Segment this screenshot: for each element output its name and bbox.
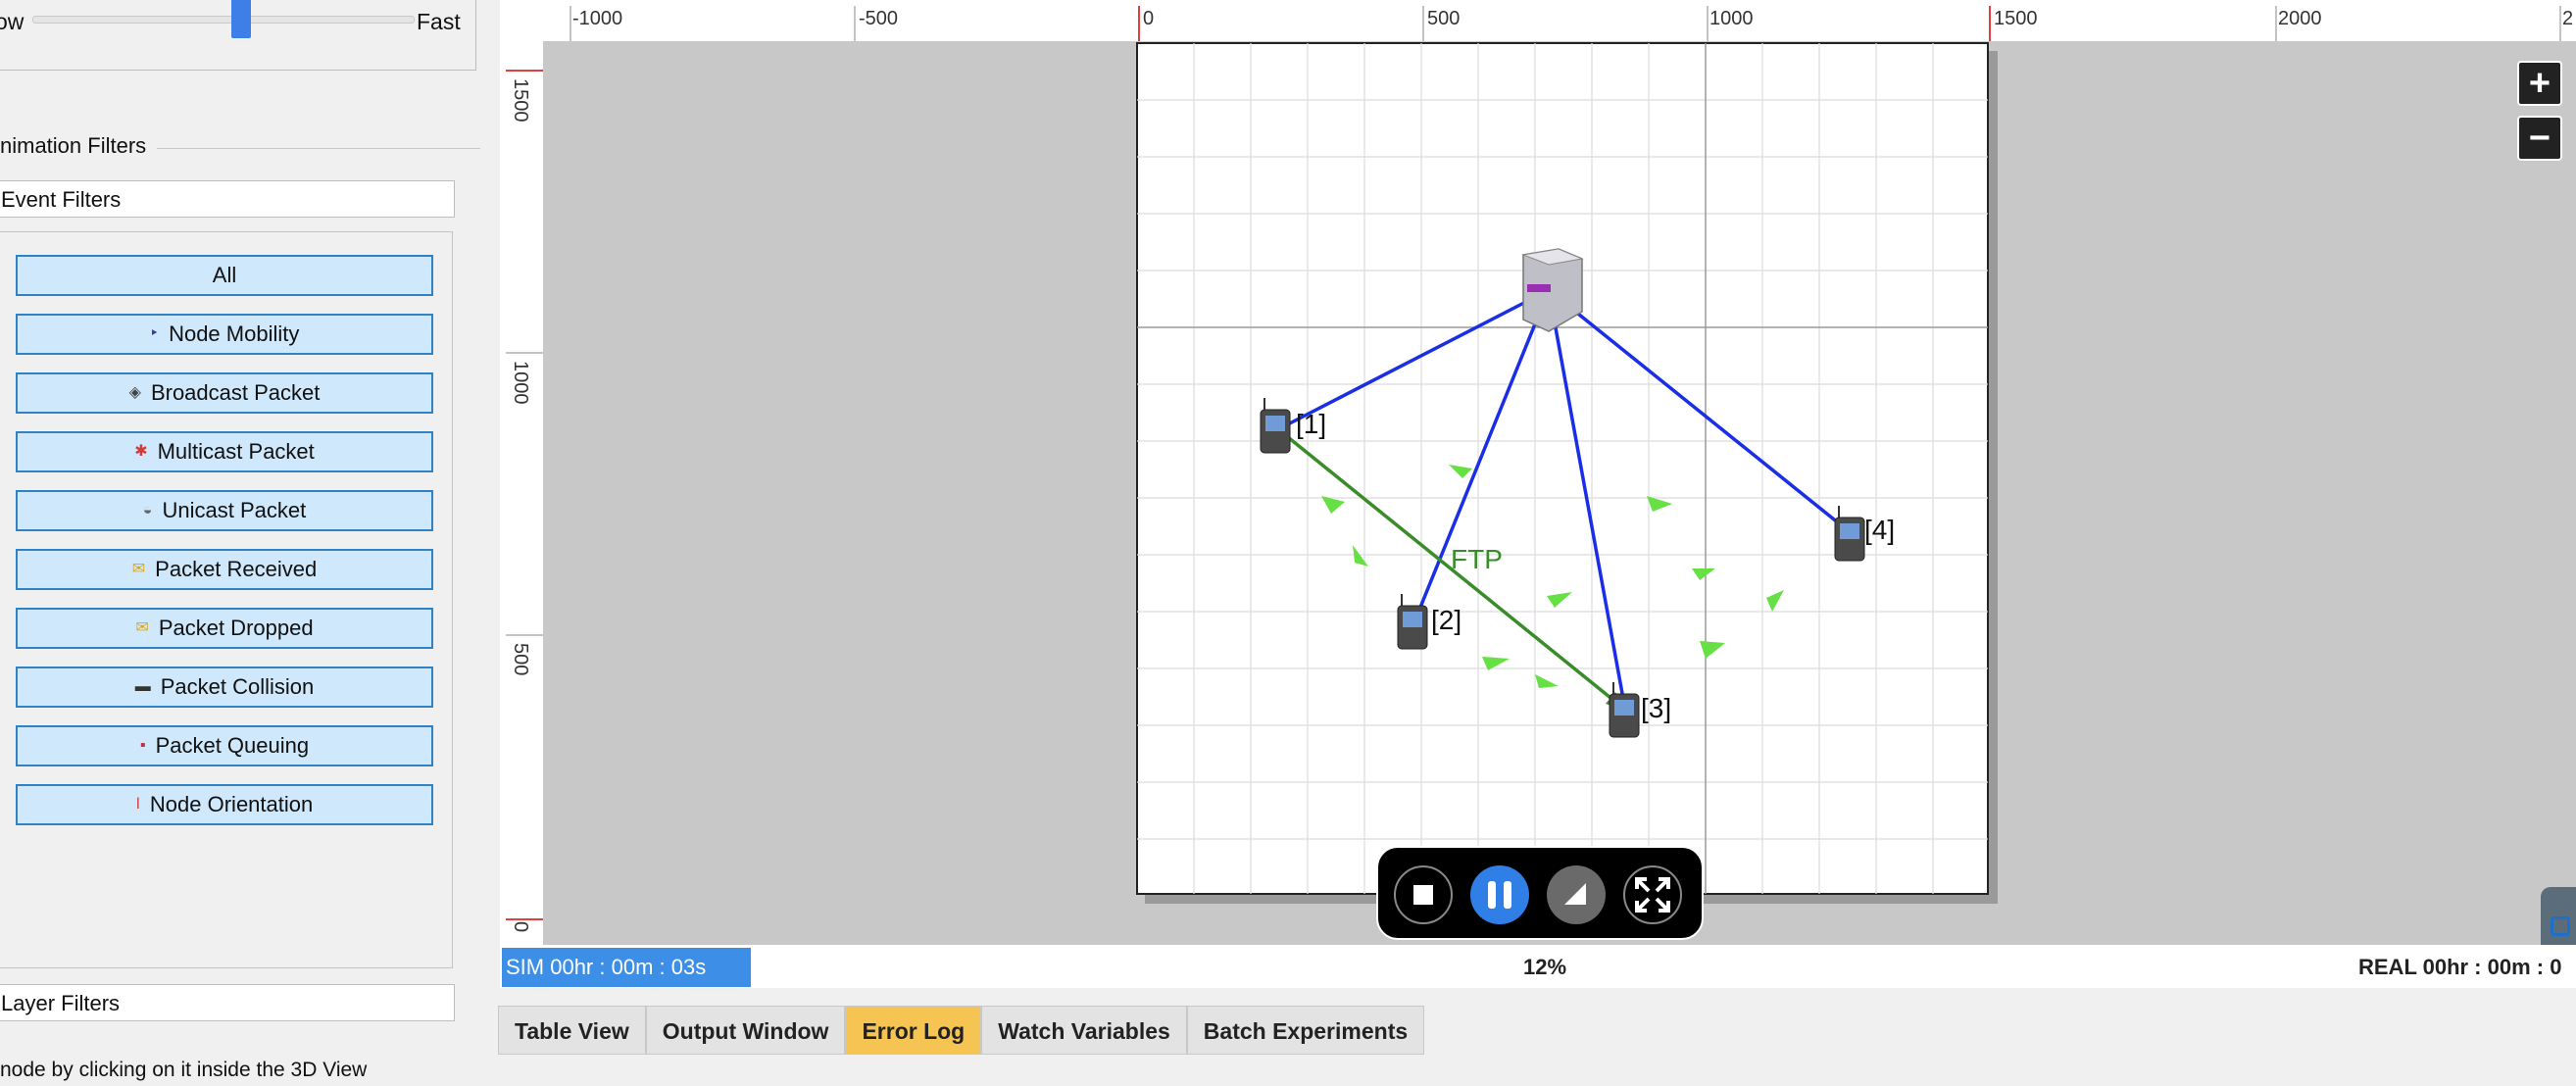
fullscreen-icon: [1635, 877, 1670, 913]
filter-all-button[interactable]: All: [16, 255, 433, 296]
bottom-tabs: Table View Output Window Error Log Watch…: [498, 1006, 1425, 1055]
node-mobility-icon: ‣: [149, 325, 160, 342]
ruler-label: 1000: [510, 361, 531, 405]
filter-multicast-packet-button[interactable]: ✱ Multicast Packet: [16, 431, 433, 472]
filter-label: Multicast Packet: [157, 439, 315, 464]
pause-icon: [1488, 881, 1511, 909]
filter-broadcast-packet-button[interactable]: ◈ Broadcast Packet: [16, 372, 433, 414]
event-filters-header[interactable]: Event Filters: [0, 180, 455, 218]
filter-packet-dropped-button[interactable]: ✉ Packet Dropped: [16, 608, 433, 649]
speed-slider[interactable]: [32, 0, 415, 38]
network-scene[interactable]: FTP [1] [2] [3] [4]: [543, 41, 2576, 945]
packet-dropped-icon: ✉: [135, 619, 149, 636]
status-hint: node by clicking on it inside the 3D Vie…: [0, 1059, 368, 1081]
multicast-packet-icon: ✱: [134, 443, 148, 460]
tab-output-window[interactable]: Output Window: [645, 1006, 846, 1055]
filter-label: Node Orientation: [149, 792, 314, 816]
status-bar: SIM 00hr : 00m : 03s 12% REAL 00hr : 00m…: [500, 945, 2576, 988]
filter-label: Packet Collision: [160, 674, 315, 699]
filter-node-orientation-button[interactable]: ǀ Node Orientation: [16, 784, 433, 825]
ruler-label: 1500: [510, 78, 531, 123]
ruler-top: -1000 -500 0 500 1000 1500 2000 2: [543, 0, 2576, 42]
packet-queuing-icon: ▪: [139, 737, 146, 754]
ruler-top-ticks: [570, 6, 2561, 41]
node-2-label: [2]: [1431, 605, 1461, 635]
filter-packet-received-button[interactable]: ✉ Packet Received: [16, 549, 433, 590]
node-1-label: [1]: [1296, 409, 1326, 439]
progress-percent: 12%: [1523, 955, 1567, 979]
packet-received-icon: ✉: [131, 561, 146, 577]
event-filters-label: Event Filters: [1, 187, 122, 212]
tab-batch-experiments[interactable]: Batch Experiments: [1186, 1006, 1425, 1055]
filter-label: Unicast Packet: [162, 498, 307, 522]
filter-label: Packet Dropped: [158, 616, 314, 640]
filter-packet-queuing-button[interactable]: ▪ Packet Queuing: [16, 725, 433, 766]
speed-fast-label: Fast: [417, 9, 461, 34]
speed-control: ow Fast: [0, 0, 476, 71]
node-3-label: [3]: [1641, 693, 1671, 723]
grid-area: [1136, 42, 1989, 895]
fullscreen-button[interactable]: [1623, 865, 1682, 924]
zoom-in-button[interactable]: +: [2517, 61, 2562, 106]
filter-label: Packet Received: [155, 557, 318, 581]
stop-icon: [1413, 885, 1433, 905]
ruler-corner: [500, 0, 543, 41]
layer-filters-label: Layer Filters: [1, 991, 121, 1015]
ruler-label: 0: [510, 921, 531, 933]
speed-slider-thumb[interactable]: [231, 0, 251, 38]
plus-icon: +: [2528, 63, 2551, 104]
tab-watch-variables[interactable]: Watch Variables: [981, 1006, 1187, 1055]
ftp-link-label: FTP: [1451, 544, 1503, 574]
step-button[interactable]: [1547, 865, 1606, 924]
animation-filters-title: nimation Filters: [0, 133, 153, 159]
real-time: REAL 00hr : 00m : 0: [2358, 955, 2562, 979]
filter-label: Packet Queuing: [155, 733, 310, 758]
ruler-label: 500: [510, 643, 531, 676]
filter-node-mobility-button[interactable]: ‣ Node Mobility: [16, 314, 433, 355]
zoom-out-button[interactable]: −: [2517, 116, 2562, 161]
unicast-packet-icon: ◒: [142, 502, 153, 518]
filter-label: Node Mobility: [169, 321, 300, 346]
pause-button[interactable]: [1470, 865, 1529, 924]
tab-error-log[interactable]: Error Log: [845, 1006, 982, 1055]
ruler-left-ticks: [506, 70, 543, 920]
filter-label: Broadcast Packet: [150, 380, 321, 405]
minus-icon: −: [2528, 118, 2551, 159]
playback-controls: [1376, 846, 1704, 940]
network-canvas[interactable]: FTP [1] [2] [3] [4]: [543, 41, 2576, 945]
step-icon: [1564, 883, 1586, 905]
stop-button[interactable]: [1394, 865, 1453, 924]
node-4-label: [4]: [1864, 515, 1895, 545]
filter-packet-collision-button[interactable]: ▬ Packet Collision: [16, 666, 433, 708]
sim-time: SIM 00hr : 00m : 03s: [502, 948, 751, 987]
group-divider: [157, 148, 480, 149]
collapse-icon: [2551, 916, 2570, 936]
layer-filters-header[interactable]: Layer Filters: [0, 984, 455, 1021]
node-orientation-icon: ǀ: [135, 796, 140, 813]
speed-slow-label: ow: [0, 9, 25, 34]
broadcast-packet-icon: ◈: [128, 384, 141, 401]
packet-collision-icon: ▬: [134, 678, 151, 695]
filter-label: All: [212, 263, 237, 287]
filter-unicast-packet-button[interactable]: ◒ Unicast Packet: [16, 490, 433, 531]
tab-table-view[interactable]: Table View: [498, 1006, 646, 1055]
ruler-left: 1500 1000 500 0: [500, 41, 543, 945]
left-panel: ow Fast nimation Filters Event Filters A…: [0, 0, 490, 1086]
